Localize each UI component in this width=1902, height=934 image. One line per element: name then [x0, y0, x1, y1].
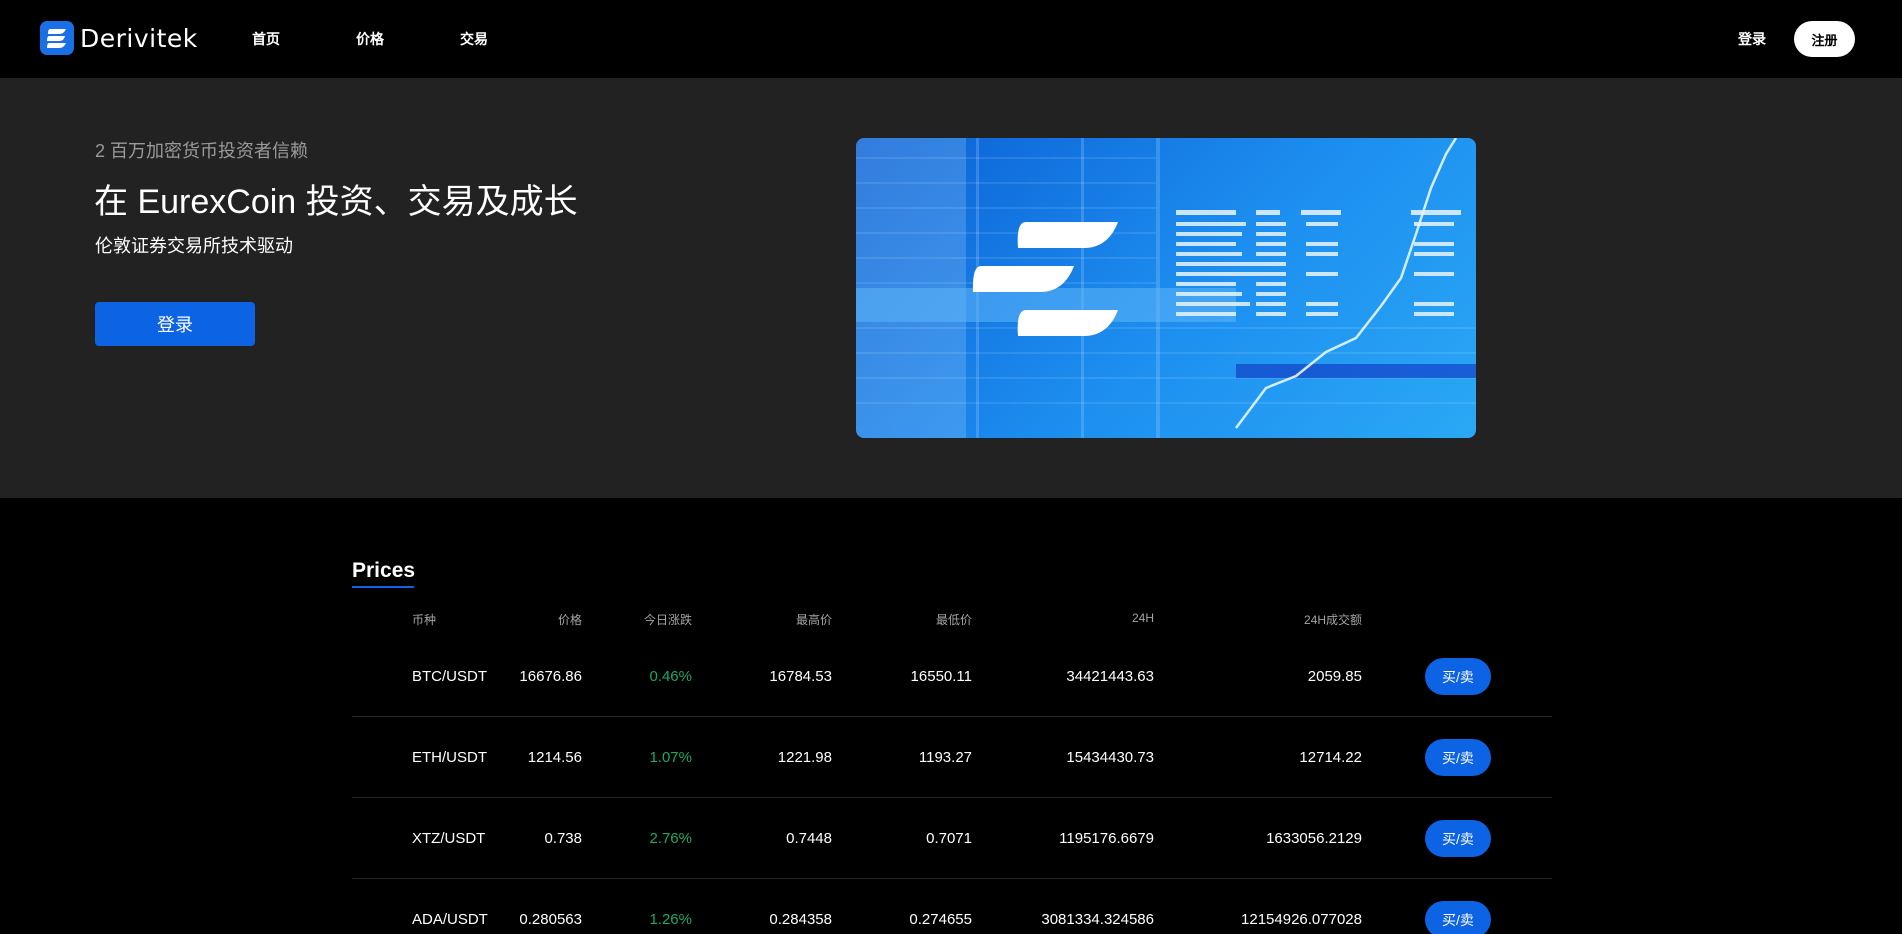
cell-high: 1221.98	[777, 749, 832, 766]
column-header-change: 今日涨跌	[643, 613, 692, 627]
prices-heading: Prices	[352, 559, 416, 582]
buy-sell-button[interactable]: 买/卖	[1425, 739, 1491, 776]
cell-24h: 1195176.6679	[1059, 830, 1154, 847]
column-header-high: 最高价	[795, 613, 832, 627]
cell-24h: 3081334.324586	[1041, 911, 1154, 928]
buy-sell-button[interactable]: 买/卖	[1425, 658, 1491, 695]
login-link[interactable]: 登录	[1738, 29, 1766, 49]
hero-title: 在 EurexCoin 投资、交易及成长	[94, 183, 578, 221]
signup-button[interactable]: 注册	[1794, 21, 1855, 57]
cell-low: 0.7071	[926, 830, 972, 847]
derivitek-logo-icon	[40, 21, 74, 55]
nav-item-home[interactable]: 首页	[252, 28, 280, 50]
column-header-24h-volume: 24H成交额	[1303, 613, 1362, 627]
table-row: ETH/USDT 1214.56 1.07% 1221.98 1193.27 1…	[352, 717, 1552, 798]
column-header-24h: 24H	[1131, 611, 1154, 625]
hero-market-image	[856, 138, 1476, 438]
hero-subtitle: 伦敦证券交易所技术驱动	[95, 236, 293, 256]
nav-item-prices[interactable]: 价格	[356, 28, 384, 50]
cell-low: 16550.11	[910, 668, 972, 685]
cell-high: 0.7448	[786, 830, 832, 847]
cell-24h-volume: 1633056.2129	[1266, 830, 1362, 847]
cell-24h-volume: 2059.85	[1307, 668, 1362, 685]
cell-low: 1193.27	[918, 749, 972, 766]
main-nav: 首页 价格 交易	[252, 28, 564, 50]
cell-change: 2.76%	[649, 830, 692, 847]
cell-change: 0.46%	[649, 668, 692, 685]
cell-24h-volume: 12714.22	[1299, 749, 1362, 766]
nav-item-trade[interactable]: 交易	[460, 28, 488, 50]
cell-high: 0.284358	[769, 911, 832, 928]
brand-name: Derivitek	[80, 23, 198, 53]
buy-sell-button[interactable]: 买/卖	[1425, 901, 1491, 934]
hero-login-button[interactable]: 登录	[95, 302, 255, 346]
prices-heading-underline	[352, 586, 414, 588]
cell-change: 1.07%	[649, 749, 692, 766]
top-navigation-bar: Derivitek 首页 价格 交易 登录 注册	[0, 0, 1902, 78]
cell-high: 16784.53	[769, 668, 832, 685]
hero-tagline: 2 百万加密货币投资者信赖	[95, 141, 309, 161]
prices-table: 币种 价格 今日涨跌 最高价 最低价 24H 24H成交额 BTC/USDT 1…	[352, 600, 1552, 934]
table-row: ADA/USDT 0.280563 1.26% 0.284358 0.27465…	[352, 879, 1552, 934]
hero-section: 2 百万加密货币投资者信赖 在 EurexCoin 投资、交易及成长 伦敦证券交…	[0, 78, 1902, 498]
column-header-price: 价格	[557, 613, 582, 627]
cell-price: 1214.56	[527, 749, 582, 766]
buy-sell-button[interactable]: 买/卖	[1425, 820, 1491, 857]
cell-price: 0.280563	[519, 911, 582, 928]
cell-price: 16676.86	[519, 668, 582, 685]
brand-logo[interactable]: Derivitek	[40, 20, 198, 56]
cell-24h: 15434430.73	[1066, 749, 1154, 766]
cell-low: 0.274655	[909, 911, 972, 928]
cell-24h-volume: 12154926.077028	[1241, 911, 1362, 928]
column-header-low: 最低价	[935, 613, 972, 627]
table-header: 币种 价格 今日涨跌 最高价 最低价 24H 24H成交额	[352, 600, 1552, 636]
cell-24h: 34421443.63	[1066, 668, 1154, 685]
cell-price: 0.738	[544, 830, 582, 847]
cell-change: 1.26%	[649, 911, 692, 928]
table-row: BTC/USDT 16676.86 0.46% 16784.53 16550.1…	[352, 636, 1552, 717]
table-row: XTZ/USDT 0.738 2.76% 0.7448 0.7071 11951…	[352, 798, 1552, 879]
column-header-pair: 币种	[412, 613, 437, 627]
